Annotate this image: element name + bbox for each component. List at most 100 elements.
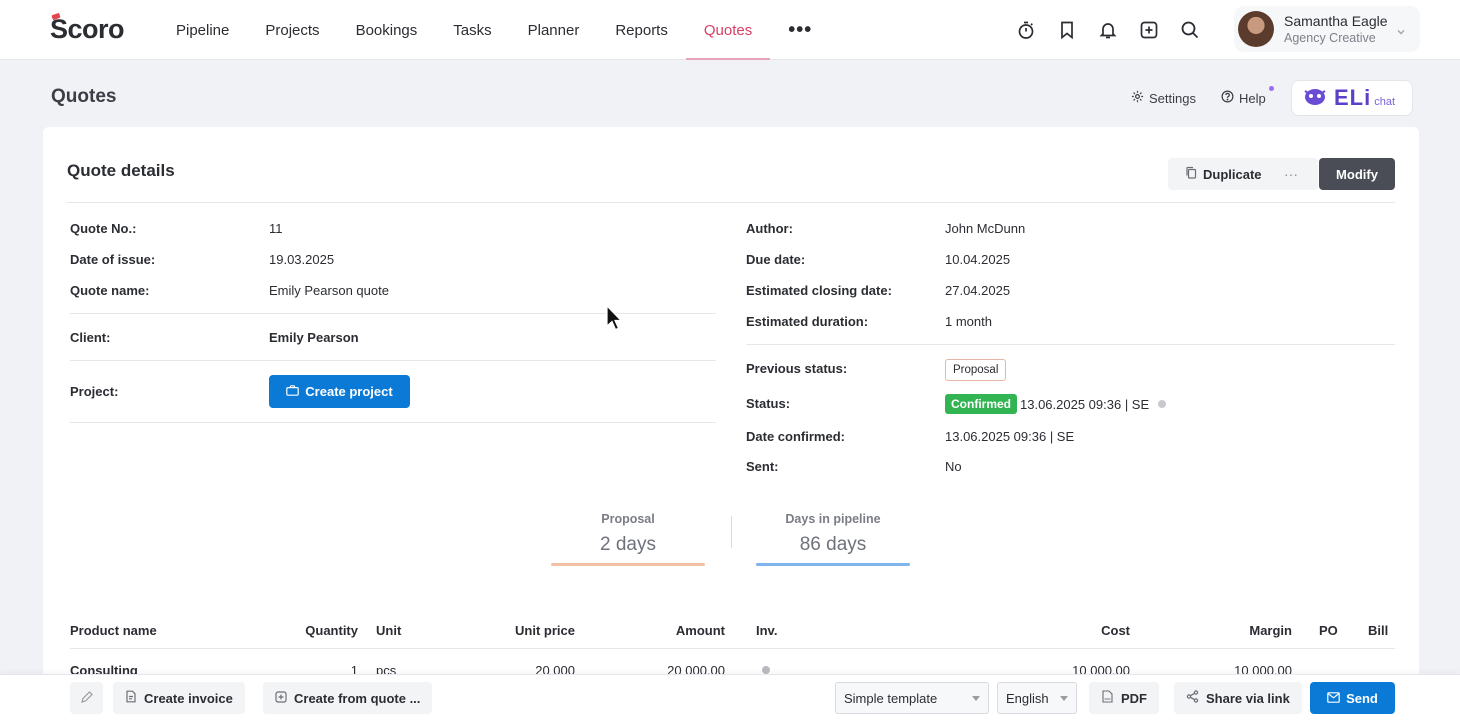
client-value[interactable]: Emily Pearson [269, 330, 359, 345]
author-value: John McDunn [945, 221, 1026, 236]
share-icon [1186, 690, 1199, 706]
eli-label: ELi [1334, 85, 1372, 110]
sent-value: No [945, 459, 962, 474]
divider [67, 202, 1395, 203]
column-header-bill[interactable]: Bill [1368, 623, 1388, 638]
user-menu[interactable]: Samantha Eagle Agency Creative [1234, 6, 1420, 52]
create-invoice-label: Create invoice [144, 690, 233, 706]
logo-text: Scoro [50, 13, 125, 44]
column-header-amount[interactable]: Amount [645, 623, 725, 638]
pipeline-stat-bar [756, 563, 910, 566]
quote-name-value: Emily Pearson quote [269, 283, 389, 298]
add-icon[interactable] [1135, 16, 1163, 44]
main-nav: Pipeline Projects Bookings Tasks Planner… [158, 0, 830, 60]
gear-icon [1131, 90, 1144, 106]
column-header-quantity[interactable]: Quantity [298, 623, 358, 638]
inv-status-dot [762, 666, 770, 674]
nav-reports[interactable]: Reports [597, 0, 686, 60]
send-button[interactable]: Send [1310, 682, 1395, 714]
pipeline-stat: Days in pipeline 86 days [756, 512, 910, 556]
create-project-button[interactable]: Create project [269, 375, 410, 408]
pdf-icon [1101, 690, 1114, 706]
proposal-stat: Proposal 2 days [551, 512, 705, 556]
project-label: Project: [70, 384, 119, 399]
date-confirmed-value: 13.06.2025 09:36 | SE [945, 429, 1075, 444]
avatar [1238, 11, 1274, 47]
column-header-unit[interactable]: Unit [376, 623, 401, 638]
confirmed-status-badge: Confirmed [945, 394, 1017, 414]
help-link[interactable]: Help [1221, 90, 1266, 106]
pdf-button[interactable]: PDF [1089, 682, 1159, 714]
scoro-logo[interactable]: Scoro [50, 12, 125, 44]
invoice-icon [125, 690, 137, 706]
column-header-po[interactable]: PO [1319, 623, 1338, 638]
nav-projects[interactable]: Projects [247, 0, 337, 60]
due-date-value: 10.04.2025 [945, 252, 1011, 267]
add-square-icon [275, 690, 287, 706]
send-label: Send [1346, 690, 1378, 706]
share-via-link-button[interactable]: Share via link [1174, 682, 1302, 714]
est-duration-label: Estimated duration: [746, 314, 869, 329]
nav-bookings[interactable]: Bookings [338, 0, 436, 60]
help-label: Help [1239, 90, 1266, 106]
duplicate-button[interactable]: Duplicate [1168, 158, 1278, 190]
due-date-label: Due date: [746, 252, 806, 267]
est-duration-value: 1 month [945, 314, 992, 329]
nav-quotes[interactable]: Quotes [685, 0, 771, 60]
edit-button[interactable] [70, 682, 103, 714]
nav-more-button[interactable]: ••• [770, 0, 830, 60]
copy-icon [1185, 166, 1197, 182]
eli-bot-icon [1302, 86, 1328, 111]
more-actions-button[interactable]: ··· [1278, 166, 1298, 182]
est-closing-label: Estimated closing date: [746, 283, 892, 298]
column-header-unit-price[interactable]: Unit price [495, 623, 575, 638]
stat-divider [731, 516, 732, 548]
proposal-stat-value: 2 days [600, 534, 656, 555]
nav-planner[interactable]: Planner [510, 0, 598, 60]
user-name: Samantha Eagle [1284, 13, 1388, 29]
date-of-issue-value: 19.03.2025 [269, 252, 335, 267]
share-label: Share via link [1206, 690, 1290, 706]
language-select[interactable]: English [997, 682, 1077, 714]
pipeline-stat-label: Days in pipeline [785, 512, 881, 526]
template-select[interactable]: Simple template [835, 682, 989, 714]
bell-icon[interactable] [1094, 16, 1122, 44]
create-project-label: Create project [305, 384, 393, 399]
chevron-down-icon [1396, 23, 1406, 41]
modify-button[interactable]: Modify [1319, 158, 1395, 190]
eli-chat-button[interactable]: ELi chat [1291, 80, 1413, 116]
settings-link[interactable]: Settings [1131, 90, 1196, 106]
prev-status-label: Previous status: [746, 361, 848, 376]
column-header-product[interactable]: Product name [70, 623, 157, 638]
column-header-inv[interactable]: Inv. [756, 623, 777, 638]
bookmark-icon[interactable] [1053, 16, 1081, 44]
divider [746, 344, 1395, 345]
create-from-quote-button[interactable]: Create from quote ... [263, 682, 433, 714]
template-select-value: Simple template [844, 690, 938, 706]
search-icon[interactable] [1176, 16, 1204, 44]
divider [70, 422, 716, 423]
status-indicator-dot [1158, 400, 1166, 408]
create-invoice-button[interactable]: Create invoice [113, 682, 245, 714]
pdf-label: PDF [1121, 690, 1147, 706]
date-confirmed-label: Date confirmed: [746, 429, 845, 444]
pipeline-stat-value: 86 days [799, 534, 867, 555]
eli-chat-label: chat [1374, 96, 1396, 108]
column-header-cost[interactable]: Cost [1050, 623, 1130, 638]
nav-pipeline[interactable]: Pipeline [158, 0, 247, 60]
bottom-action-bar: Create invoice Create from quote ... Sim… [0, 674, 1460, 720]
nav-tasks[interactable]: Tasks [435, 0, 509, 60]
duplicate-group: Duplicate ··· [1168, 158, 1318, 190]
timer-icon[interactable] [1012, 16, 1040, 44]
help-icon [1221, 90, 1234, 106]
table-header-divider [70, 648, 1395, 649]
help-notification-dot [1269, 86, 1274, 91]
envelope-icon [1327, 691, 1340, 706]
column-header-margin[interactable]: Margin [1212, 623, 1292, 638]
quote-no-value: 11 [269, 221, 283, 236]
author-label: Author: [746, 221, 793, 236]
client-label: Client: [70, 330, 111, 345]
dropdown-arrow-icon [1060, 696, 1068, 701]
status-timestamp: 13.06.2025 09:36 | SE [1020, 397, 1150, 412]
user-organization: Agency Creative [1284, 31, 1376, 45]
